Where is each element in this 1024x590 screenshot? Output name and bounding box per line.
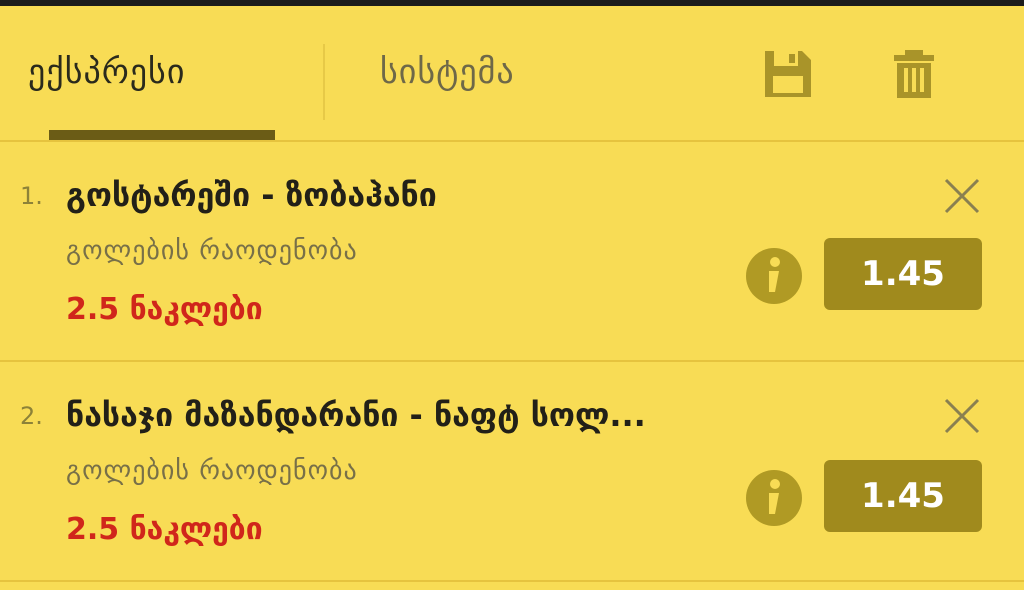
bet-number: 2. [20, 402, 43, 430]
close-icon[interactable] [938, 172, 986, 220]
tab-divider [323, 44, 325, 120]
tab-express[interactable]: ექსპრესი [28, 42, 185, 102]
market-name: გოლების რაოდენობა [66, 456, 358, 486]
match-title: გოსტარეში - ზობაჰანი [66, 176, 437, 214]
betslip-header: ექსპრესი სისტემა [0, 6, 1024, 142]
odds-button[interactable]: 1.45 [824, 460, 982, 532]
info-icon[interactable] [744, 468, 804, 528]
match-title: ნასაჯი მაზანდარანი - ნაფტ სოლ... [66, 396, 646, 434]
active-tab-indicator [49, 130, 275, 140]
selection-label: 2.5 ნაკლები [66, 512, 263, 547]
bet-item: 1. გოსტარეში - ზობაჰანი გოლების რაოდენობ… [0, 142, 1024, 362]
info-icon[interactable] [744, 246, 804, 306]
odds-button[interactable]: 1.45 [824, 238, 982, 310]
bet-item: 2. ნასაჯი მაზანდარანი - ნაფტ სოლ... გოლე… [0, 362, 1024, 582]
tab-system[interactable]: სისტემა [380, 42, 515, 102]
bet-number: 1. [20, 182, 43, 210]
trash-icon[interactable] [888, 48, 940, 100]
close-icon[interactable] [938, 392, 986, 440]
selection-label: 2.5 ნაკლები [66, 292, 263, 327]
market-name: გოლების რაოდენობა [66, 236, 358, 266]
save-icon[interactable] [762, 48, 814, 100]
